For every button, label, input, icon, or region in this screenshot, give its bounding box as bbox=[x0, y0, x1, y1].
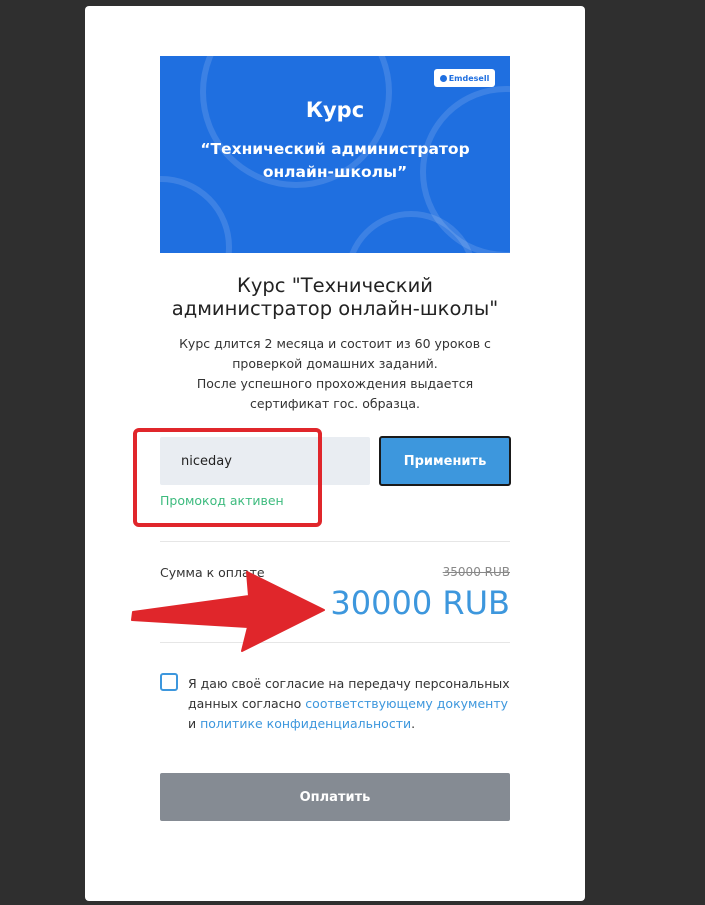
apply-promo-button[interactable]: Применить bbox=[379, 436, 511, 486]
course-title-line: Курс "Технический bbox=[237, 274, 433, 297]
privacy-policy-link[interactable]: политике конфиденциальности bbox=[200, 716, 411, 731]
emdesell-logo: Emdesell bbox=[434, 69, 495, 87]
banner-subtitle: “Технический администратор онлайн-школы” bbox=[180, 138, 490, 184]
description-line: После успешного прохождения выдается bbox=[196, 376, 474, 391]
course-title: Курс "Технический администратор онлайн-ш… bbox=[160, 274, 510, 320]
old-price: 35000 RUB bbox=[442, 565, 510, 579]
course-description: Курс длится 2 месяца и состоит из 60 уро… bbox=[160, 334, 510, 414]
consent-text-part: . bbox=[411, 716, 416, 731]
payment-card: Emdesell Курс “Технический администратор… bbox=[85, 6, 585, 901]
course-title-line: администратор онлайн-школы" bbox=[171, 297, 499, 320]
consent-text-part: и bbox=[188, 716, 201, 731]
new-price: 30000 RUB bbox=[330, 584, 510, 622]
description-line: проверкой домашних заданий. bbox=[232, 356, 438, 371]
pay-button[interactable]: Оплатить bbox=[160, 773, 510, 821]
banner-title: Курс bbox=[305, 98, 365, 122]
course-banner: Emdesell Курс “Технический администратор… bbox=[160, 56, 510, 253]
description-line: Курс длится 2 месяца и состоит из 60 уро… bbox=[179, 336, 491, 351]
banner-subtitle-line: “Технический администратор bbox=[200, 140, 470, 158]
description-line: сертификат гос. образца. bbox=[250, 396, 420, 411]
banner-decor-ring bbox=[160, 176, 232, 253]
consent-checkbox[interactable] bbox=[160, 673, 178, 691]
consent-document-link[interactable]: соответствующему документу bbox=[305, 696, 508, 711]
divider bbox=[160, 541, 510, 542]
red-arrow-icon bbox=[131, 571, 325, 652]
logo-text: Emdesell bbox=[448, 73, 490, 83]
consent-text: Я даю своё согласие на передачу персонал… bbox=[188, 674, 518, 734]
banner-subtitle-line: онлайн-школы” bbox=[262, 163, 408, 181]
logo-icon bbox=[439, 74, 447, 82]
highlight-box bbox=[133, 428, 322, 527]
